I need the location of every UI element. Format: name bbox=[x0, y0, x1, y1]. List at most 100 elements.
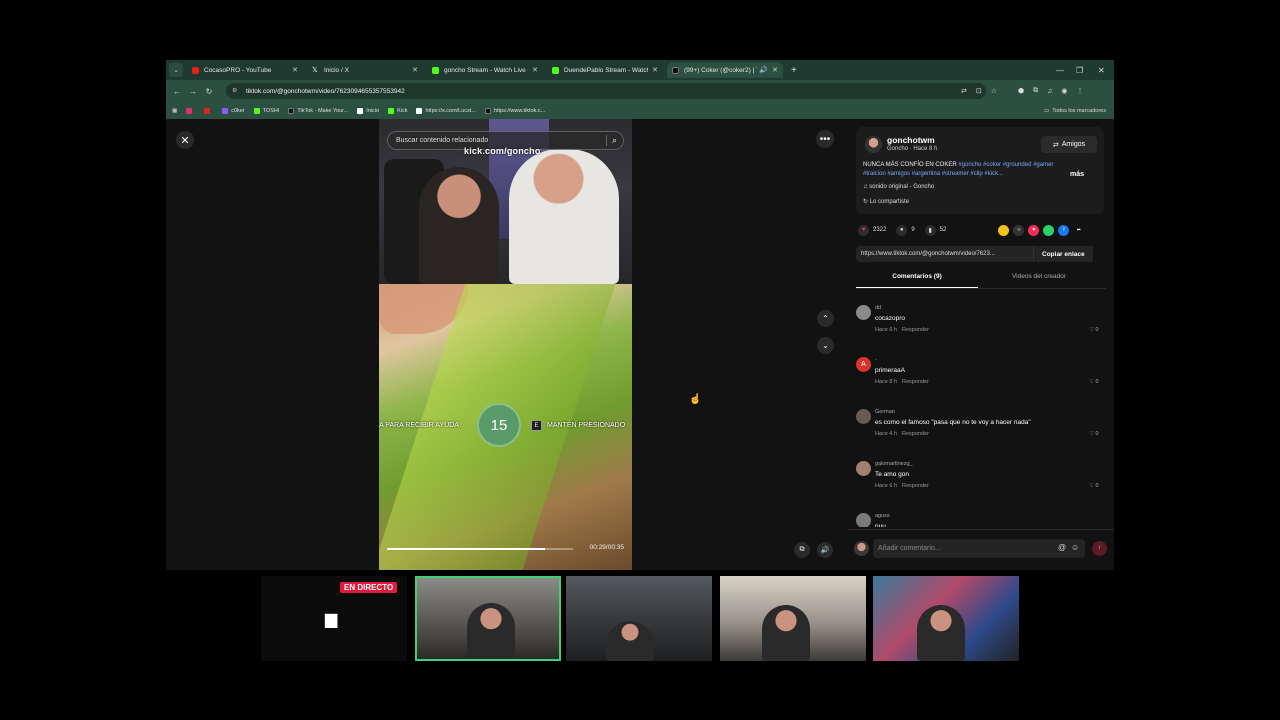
whatsapp-icon[interactable] bbox=[1043, 224, 1055, 236]
video-link-field[interactable]: https://www.tiktok.com/@gonchotwm/video/… bbox=[856, 246, 1033, 262]
site-info-icon[interactable]: ⚙ bbox=[232, 87, 240, 95]
embed-icon[interactable]: ‹› bbox=[1013, 224, 1025, 236]
bookmark-x-link[interactable]: https://x.com/Lucst... bbox=[416, 107, 476, 114]
close-icon[interactable]: ✕ bbox=[772, 66, 778, 74]
tab-title: DuendePablo Stream - Watch L bbox=[564, 66, 649, 74]
forward-icon[interactable]: → bbox=[185, 87, 201, 96]
comment-like-button[interactable]: ♡ 0 bbox=[1089, 483, 1099, 489]
all-bookmarks[interactable]: ▭ Todos los marcadores bbox=[1044, 102, 1106, 119]
tab-1[interactable]: 𝕏 Inicio / X ✕ bbox=[307, 62, 423, 78]
reply-button[interactable]: Responder bbox=[902, 483, 929, 489]
reload-icon[interactable]: ↻ bbox=[201, 87, 217, 96]
friends-button[interactable]: ⇄ Amigos bbox=[1041, 136, 1097, 153]
search-icon[interactable]: ⌕ bbox=[605, 135, 617, 146]
profile-avatar-icon[interactable]: ◉ bbox=[1061, 87, 1067, 95]
floating-player-icon[interactable]: ⧉ bbox=[794, 542, 810, 558]
tab-search-icon[interactable]: ⌄ bbox=[169, 63, 183, 77]
bookmark-tiktok[interactable]: TikTok - Make Your... bbox=[288, 107, 348, 114]
bookmark-star-icon[interactable]: ☆ bbox=[991, 87, 997, 95]
like-button[interactable]: ♥ 2322 bbox=[858, 224, 886, 236]
video-player[interactable]: Buscar contenido relacionado ⌕ kick.com/… bbox=[379, 119, 632, 570]
window-close-button[interactable]: ✕ bbox=[1098, 60, 1105, 80]
comment-item: German es como el famoso "pasa que no te… bbox=[856, 409, 1106, 461]
audio-icon[interactable]: 🔊 bbox=[759, 66, 768, 74]
sound-link[interactable]: ♫ sonido original - Goncho bbox=[863, 184, 934, 190]
music-note-icon: ♫ bbox=[863, 184, 868, 190]
bookmark-c0ker[interactable]: c0ker bbox=[222, 107, 245, 114]
comment-username[interactable]: - bbox=[875, 357, 877, 363]
facebook-icon[interactable]: f bbox=[1058, 224, 1070, 236]
volume-icon[interactable]: 🔊 bbox=[817, 542, 833, 558]
tab-3[interactable]: DuendePablo Stream - Watch L ✕ bbox=[547, 62, 663, 78]
translate-icon[interactable]: ⇄ bbox=[961, 87, 967, 95]
mention-icon[interactable]: @ bbox=[1058, 543, 1066, 552]
comment-username[interactable]: German bbox=[875, 409, 895, 415]
avatar[interactable] bbox=[856, 461, 871, 476]
bookmark-inicio[interactable]: Inicio bbox=[357, 107, 379, 114]
comment-like-button[interactable]: ♡ 0 bbox=[1089, 327, 1099, 333]
emoji-icon[interactable]: ☺ bbox=[1071, 543, 1079, 552]
previous-video-icon[interactable]: ⌃ bbox=[817, 310, 834, 327]
reply-button[interactable]: Responder bbox=[902, 431, 929, 437]
more-options-icon[interactable]: ••• bbox=[816, 130, 834, 148]
share-arrow-icon[interactable]: ➦ bbox=[1073, 225, 1084, 236]
bookmark-toshi[interactable]: TOSHI bbox=[253, 107, 279, 114]
avatar[interactable] bbox=[856, 409, 871, 424]
extensions-puzzle-icon[interactable]: ⧉ bbox=[1033, 87, 1038, 95]
video-progress-bar[interactable] bbox=[387, 548, 573, 550]
minimize-button[interactable]: — bbox=[1056, 60, 1064, 80]
save-button[interactable]: ▮ 52 bbox=[924, 224, 946, 236]
avatar[interactable] bbox=[856, 513, 871, 527]
copy-link-button[interactable]: Copiar enlace bbox=[1033, 246, 1093, 262]
tab-4[interactable]: (99+) Coker (@coker2) | Tik 🔊 ✕ bbox=[667, 62, 783, 78]
bookmark-instagram[interactable] bbox=[186, 107, 195, 114]
webcam-tile[interactable] bbox=[873, 576, 1019, 661]
apps-icon[interactable]: ▦ bbox=[172, 108, 177, 114]
send-comment-button[interactable]: ↑ bbox=[1092, 541, 1107, 556]
comment-username[interactable]: aguss bbox=[875, 513, 890, 519]
comment-input[interactable]: Añadir comentario... bbox=[873, 539, 1085, 558]
close-icon[interactable]: ✕ bbox=[412, 66, 418, 74]
webcam-tile[interactable] bbox=[566, 576, 712, 661]
tab-comments[interactable]: Comentarios (9) bbox=[856, 271, 978, 288]
webcam-tile-active[interactable] bbox=[415, 576, 561, 661]
install-app-icon[interactable]: ⊡ bbox=[976, 87, 982, 95]
comment-like-button[interactable]: ♡ 0 bbox=[1089, 431, 1099, 437]
close-icon[interactable]: ✕ bbox=[292, 66, 298, 74]
address-bar[interactable]: ⚙ tiktok.com/@gonchotwm/video/7623094655… bbox=[226, 83, 986, 99]
menu-icon[interactable]: ⋮ bbox=[1076, 87, 1083, 95]
maximize-button[interactable]: ❐ bbox=[1076, 60, 1083, 80]
bookmark-kick[interactable]: Kick bbox=[388, 107, 407, 114]
share-friends-icon[interactable] bbox=[998, 224, 1010, 236]
bookmark-youtube[interactable] bbox=[204, 107, 213, 114]
comment-username[interactable]: dd bbox=[875, 305, 881, 311]
bookmark-icon: ▮ bbox=[924, 224, 936, 236]
extension-icon[interactable]: ⬢ bbox=[1018, 87, 1024, 95]
avatar[interactable] bbox=[856, 305, 871, 320]
reply-button[interactable]: Responder bbox=[902, 379, 929, 385]
more-link[interactable]: más bbox=[1070, 171, 1084, 178]
tab-2[interactable]: goncho Stream - Watch Live o ✕ bbox=[427, 62, 543, 78]
streamer-figure bbox=[762, 605, 810, 661]
media-icon[interactable]: ♫ bbox=[1047, 88, 1052, 95]
webcam-tile[interactable] bbox=[720, 576, 866, 661]
bookmark-tiktok-link[interactable]: https://www.tiktok.c... bbox=[484, 107, 545, 114]
close-icon[interactable]: ✕ bbox=[532, 66, 538, 74]
next-video-icon[interactable]: ⌄ bbox=[817, 337, 834, 354]
tiktok-icon bbox=[288, 107, 295, 114]
new-tab-button[interactable]: + bbox=[791, 65, 797, 76]
close-icon[interactable]: ✕ bbox=[176, 131, 194, 149]
send-icon[interactable]: ▼ bbox=[1028, 224, 1040, 236]
reply-button[interactable]: Responder bbox=[902, 327, 929, 333]
avatar[interactable] bbox=[865, 136, 882, 153]
comment-button[interactable]: ● 9 bbox=[896, 224, 915, 236]
screen-share-tile[interactable]: EN DIRECTO ▆ bbox=[261, 576, 407, 661]
avatar[interactable]: A bbox=[856, 357, 871, 372]
back-icon[interactable]: ← bbox=[169, 87, 185, 96]
comment-like-button[interactable]: ♡ 0 bbox=[1089, 379, 1099, 385]
tab-0[interactable]: CocasoPRO - YouTube ✕ bbox=[187, 62, 303, 78]
tab-creator-videos[interactable]: Videos del creador bbox=[978, 271, 1100, 288]
close-icon[interactable]: ✕ bbox=[652, 66, 658, 74]
comment-username[interactable]: galomartinezg_ bbox=[875, 461, 913, 467]
author-name[interactable]: gonchotwm bbox=[887, 135, 935, 145]
